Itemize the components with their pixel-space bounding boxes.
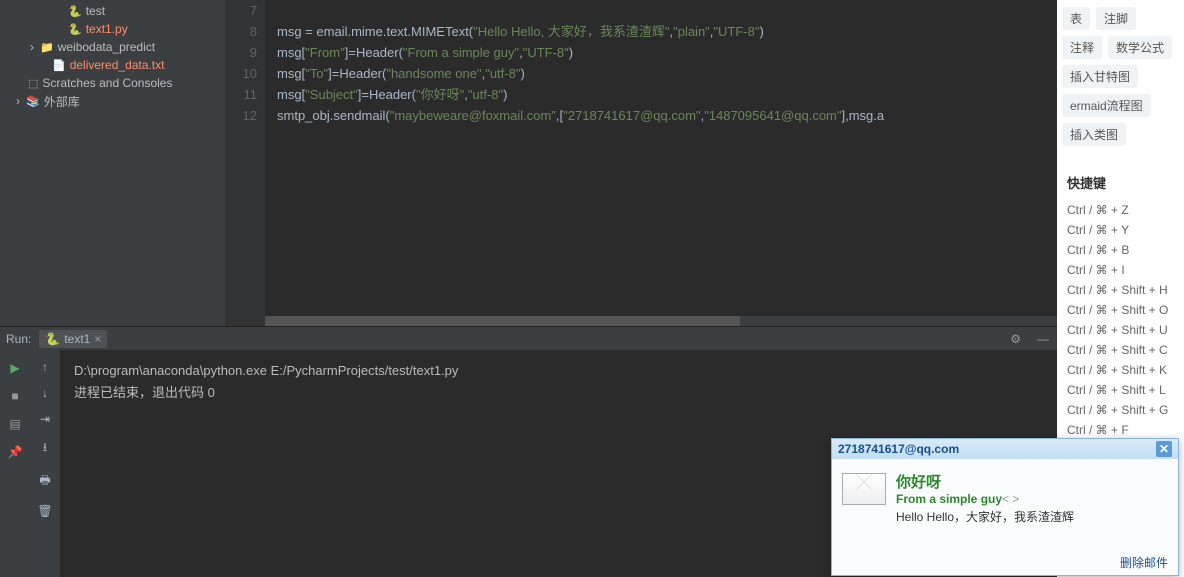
minimize-icon[interactable]: — [1037, 332, 1049, 346]
watermark: https://blog.csdn.net/wei... [1005, 559, 1144, 573]
pill-group: 表注脚注释数学公式插入甘特图 ermaid流程图插入类图 [1057, 0, 1184, 153]
tree-label: Scratches and Consoles [42, 76, 172, 90]
chevron-icon[interactable]: › [28, 40, 36, 54]
console-actions-left: ▶ ■ ▤ 📌 [0, 350, 30, 577]
shortcut-row: Ctrl / ⌘ + Shift + G [1057, 400, 1184, 420]
line-number: 12 [225, 105, 257, 126]
run-icon[interactable]: ▶ [7, 360, 23, 376]
layout-icon[interactable]: ▤ [7, 416, 23, 432]
run-toolbar: Run: 🐍 text1 × ⚙ — [0, 326, 1057, 350]
shortcut-row: Ctrl / ⌘ + Shift + C [1057, 340, 1184, 360]
export-icon[interactable]: ⭳ [43, 438, 47, 459]
console-exit: 进程已结束，退出代码 0 [74, 382, 1043, 404]
popup-preview: Hello Hello，大家好，我系渣渣辉 [896, 508, 1074, 525]
pill-button[interactable]: 插入甘特图 [1062, 65, 1138, 88]
line-number: 11 [225, 84, 257, 105]
project-tree[interactable]: 🐍 test🐍 text1.py›📁 weibodata_predict📄 de… [0, 0, 225, 326]
python-icon: 🐍 [68, 23, 82, 36]
pill-button[interactable]: 插入类图 [1062, 123, 1126, 146]
line-number: 8 [225, 21, 257, 42]
pill-button[interactable]: 注脚 [1096, 7, 1136, 30]
code-area[interactable]: msg = email.mime.text.MIMEText("Hello He… [265, 0, 1057, 326]
run-tab[interactable]: 🐍 text1 × [39, 330, 107, 348]
trash-icon[interactable]: 🗑 [37, 504, 52, 518]
shortcut-row: Ctrl / ⌘ + Shift + K [1057, 360, 1184, 380]
code-line[interactable] [277, 0, 1057, 21]
tree-item[interactable]: 📄 delivered_data.txt [0, 56, 225, 74]
tree-label: text1.py [86, 22, 128, 36]
python-icon: 🐍 [68, 5, 82, 18]
horizontal-scrollbar[interactable] [265, 316, 1057, 326]
chevron-icon[interactable]: › [14, 94, 22, 108]
code-line[interactable]: smtp_obj.sendmail("maybeweare@foxmail.co… [277, 105, 1057, 126]
close-icon[interactable]: ✕ [1156, 441, 1172, 457]
shortcuts-title: 快捷键 [1067, 173, 1184, 192]
wrap-icon[interactable]: ⇥ [40, 412, 50, 426]
python-icon: 🐍 [45, 332, 60, 346]
code-line[interactable]: msg["Subject"]=Header("你好呀","utf-8") [277, 84, 1057, 105]
shortcut-row: Ctrl / ⌘ + Shift + H [1057, 280, 1184, 300]
stop-icon[interactable]: ■ [7, 388, 23, 404]
tree-item[interactable]: › 📚 外部库 [0, 92, 225, 110]
line-number: 7 [225, 0, 257, 21]
email-notification[interactable]: 2718741617@qq.com ✕ 你好呀 From a simple gu… [831, 438, 1179, 576]
pill-button[interactable]: 注释 [1062, 36, 1102, 59]
envelope-icon [842, 473, 886, 505]
shortcut-row: Ctrl / ⌘ + Shift + U [1057, 320, 1184, 340]
code-line[interactable]: msg["From"]=Header("From a simple guy","… [277, 42, 1057, 63]
tree-item[interactable]: ⬚ Scratches and Consoles [0, 74, 225, 92]
tree-item[interactable]: 🐍 text1.py [0, 20, 225, 38]
shortcut-row: Ctrl / ⌘ + Y [1057, 220, 1184, 240]
line-number: 9 [225, 42, 257, 63]
popup-sender: 2718741617@qq.com [838, 442, 959, 456]
tree-label: weibodata_predict [58, 40, 155, 54]
pill-button[interactable]: 数学公式 [1108, 36, 1172, 59]
pill-button[interactable]: 表 [1062, 7, 1090, 30]
down-icon[interactable]: ↓ [42, 386, 48, 400]
shortcut-row: Ctrl / ⌘ + Z [1057, 200, 1184, 220]
console-actions-right: ↑ ↓ ⇥ ⭳ 🖶 🗑 [30, 350, 60, 577]
file-icon: 📄 [52, 59, 66, 72]
line-number: 10 [225, 63, 257, 84]
gear-icon[interactable]: ⚙ [1010, 332, 1021, 346]
run-label: Run: [6, 332, 31, 346]
console-command: D:\program\anaconda\python.exe E:/Pychar… [74, 360, 1043, 382]
code-editor[interactable]: 789101112 msg = email.mime.text.MIMEText… [225, 0, 1057, 326]
shortcut-row: Ctrl / ⌘ + Shift + L [1057, 380, 1184, 400]
shortcut-row: Ctrl / ⌘ + F [1057, 420, 1184, 440]
shortcut-row: Ctrl / ⌘ + Shift + O [1057, 300, 1184, 320]
tree-label: test [86, 4, 105, 18]
shortcut-row: Ctrl / ⌘ + B [1057, 240, 1184, 260]
lib-icon: 📚 [26, 95, 40, 108]
popup-header[interactable]: 2718741617@qq.com ✕ [832, 439, 1178, 459]
folder-icon: 📁 [40, 41, 54, 54]
close-icon[interactable]: × [94, 332, 101, 346]
tree-item[interactable]: 🐍 test [0, 2, 225, 20]
up-icon[interactable]: ↑ [42, 360, 48, 374]
print-icon[interactable]: 🖶 [39, 471, 50, 492]
tree-label: delivered_data.txt [70, 58, 165, 72]
shortcuts-list: Ctrl / ⌘ + ZCtrl / ⌘ + YCtrl / ⌘ + BCtrl… [1057, 200, 1184, 460]
shortcut-row: Ctrl / ⌘ + I [1057, 260, 1184, 280]
tree-item[interactable]: › 📁 weibodata_predict [0, 38, 225, 56]
pin-icon[interactable]: 📌 [7, 444, 23, 460]
code-line[interactable]: msg["To"]=Header("handsome one","utf-8") [277, 63, 1057, 84]
popup-subject: 你好呀 [896, 471, 1074, 492]
line-gutter: 789101112 [225, 0, 265, 326]
tree-label: 外部库 [44, 93, 80, 110]
popup-from: From a simple guy< > [896, 492, 1074, 506]
scratch-icon: ⬚ [28, 77, 38, 90]
code-line[interactable]: msg = email.mime.text.MIMEText("Hello He… [277, 21, 1057, 42]
pill-button[interactable]: ermaid流程图 [1062, 94, 1151, 117]
